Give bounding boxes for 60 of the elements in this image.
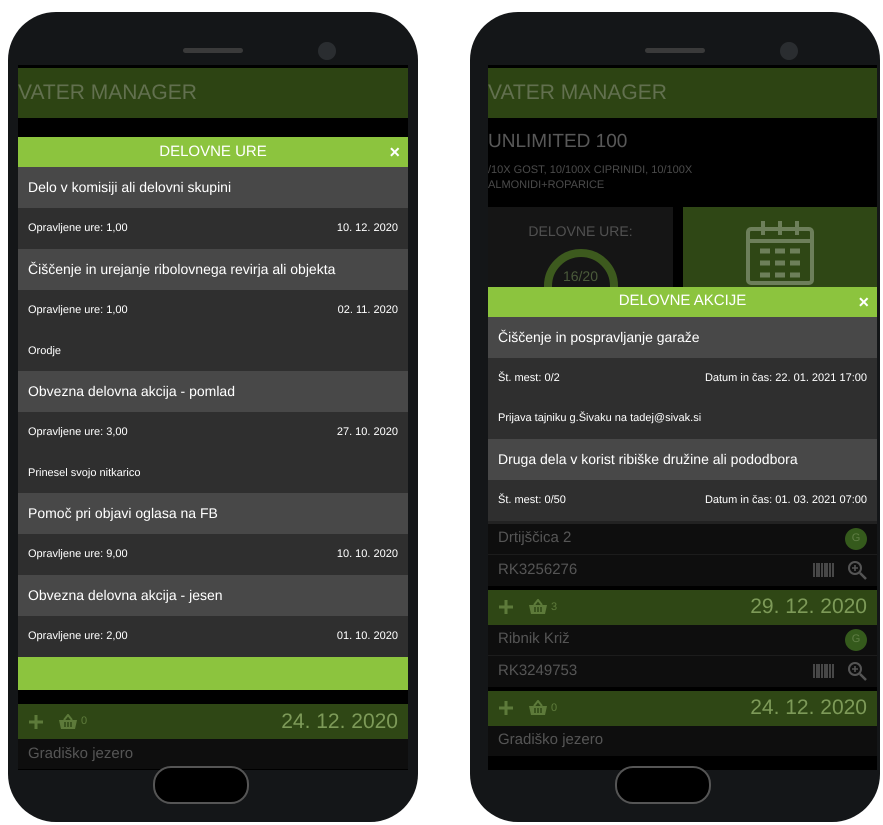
permit-code: RK3256276: [498, 560, 578, 580]
speaker-grille: [645, 48, 705, 53]
permit-date: 29. 12. 2020: [750, 594, 867, 620]
calendar-icon: [745, 218, 815, 284]
entry-info: Opravljene ure: 2,00: [28, 629, 128, 644]
zoom-icon: [847, 560, 867, 580]
speaker-grille: [183, 48, 243, 53]
plus-icon: [498, 599, 514, 615]
entry-title[interactable]: Delo v komisiji ali delovni skupini: [18, 167, 408, 208]
app-title: VATER MANAGER: [18, 80, 197, 106]
water-name: Drtijščica 2: [498, 528, 572, 548]
entry-title[interactable]: Druga dela v korist ribiške družine ali pododbora: [488, 438, 877, 480]
permit-date: 24. 12. 2020: [281, 708, 398, 735]
subscription-details: /10X GOST, 10/100X CIPRINIDI, 10/100X: [488, 162, 694, 178]
entry-note: Orodje: [18, 331, 408, 371]
water-name: Ribnik Križ: [498, 629, 570, 650]
app-title: VATER MANAGER: [488, 80, 667, 106]
permit-date: 24. 12. 2020: [750, 695, 867, 722]
entry-title[interactable]: Čiščenje in urejanje ribolovnega revirja ali objekta: [18, 249, 408, 290]
basket-icon: [528, 599, 548, 616]
entry-note: Prijava tajniku g.Šivaku na tadej@sivak.si: [488, 398, 877, 438]
entry-title[interactable]: Obvezna delovna akcija - pomlad: [18, 371, 408, 412]
entry-info: Št. mest: 0/50: [498, 492, 566, 508]
entry-note: Prinesel svojo nitkarico: [18, 453, 408, 493]
entry-date: 01. 10. 2020: [336, 629, 398, 644]
entry-info: Opravljene ure: 9,00: [28, 547, 128, 562]
entry-title[interactable]: Pomoč pri objavi oglasa na FB: [18, 493, 408, 534]
plus-icon: [28, 714, 44, 730]
home-button[interactable]: [153, 766, 249, 804]
barcode-icon: [813, 664, 835, 678]
entry-date: 27. 10. 2020: [336, 425, 398, 440]
hours-value: 16/20: [562, 266, 600, 286]
entry-title[interactable]: Čiščenje in pospravljanje garaže: [488, 316, 877, 358]
home-button[interactable]: [615, 766, 711, 804]
subscription-title: UNLIMITED 100: [488, 130, 628, 154]
entry-info: Št. mest: 0/2: [498, 370, 560, 386]
camera-lens: [780, 42, 798, 60]
basket-icon: [528, 700, 548, 716]
entry-date: Datum in čas: 22. 01. 2021 17:00: [704, 370, 867, 386]
tile-label: DELOVNE URE:: [528, 222, 633, 240]
entry-date: 10. 10. 2020: [336, 547, 398, 562]
permit-code: RK3249753: [498, 660, 578, 681]
entry-info: Opravljene ure: 1,00: [28, 221, 128, 236]
entry-info: Opravljene ure: 3,00: [28, 425, 128, 440]
dialog-title: DELOVNE URE: [159, 142, 267, 162]
basket-icon: [58, 714, 78, 730]
water-name: Gradiško jezero: [498, 730, 604, 750]
entry-date: 02. 11. 2020: [338, 303, 398, 318]
water-name: Gradiško jezero: [28, 744, 134, 764]
zoom-icon: [847, 661, 867, 681]
plus-icon: [498, 700, 514, 716]
entry-date: 10. 12. 2020: [336, 221, 398, 236]
subscription-details: ALMONIDI+ROPARICE: [488, 178, 606, 192]
entry-title[interactable]: Obvezna delovna akcija - jesen: [18, 575, 408, 616]
dialog-title: DELOVNE AKCIJE: [618, 291, 746, 312]
entry-info: Opravljene ure: 1,00: [28, 303, 128, 318]
entry-date: Datum in čas: 01. 03. 2021 07:00: [704, 492, 867, 508]
camera-lens: [318, 42, 336, 60]
calendar-tile[interactable]: [683, 206, 877, 286]
barcode-icon: [813, 563, 835, 577]
